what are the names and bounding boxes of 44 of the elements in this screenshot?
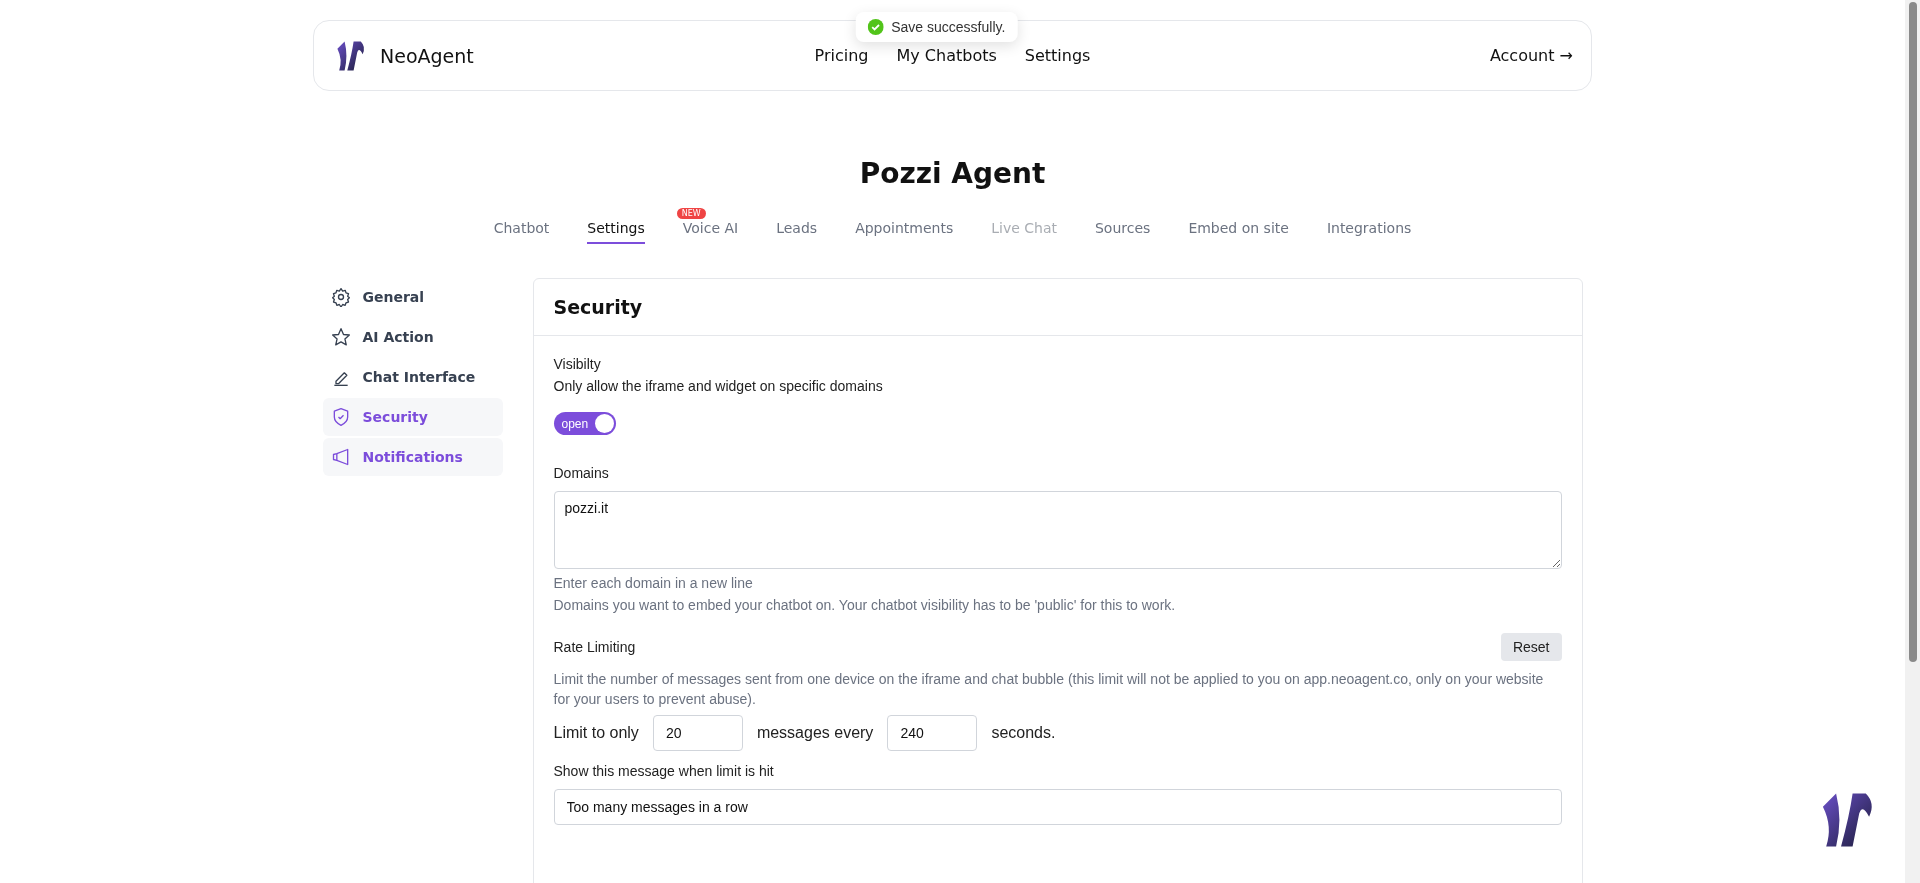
sidebar-item[interactable]: General bbox=[322, 278, 503, 316]
account-link[interactable]: Account → bbox=[1489, 46, 1573, 65]
nav-link[interactable]: Settings bbox=[1024, 46, 1091, 65]
domains-field[interactable]: pozzi.it bbox=[553, 491, 1562, 569]
tab[interactable]: Embed on site bbox=[1188, 220, 1289, 244]
visibility-toggle[interactable]: open bbox=[553, 412, 616, 435]
scrollbar[interactable] bbox=[1905, 0, 1920, 883]
field-label: Visibilty bbox=[553, 356, 602, 372]
tab[interactable]: Integrations bbox=[1326, 220, 1412, 244]
sidebar-item[interactable]: AI Action bbox=[322, 318, 503, 356]
tab[interactable]: Chatbot bbox=[493, 220, 550, 244]
tab[interactable]: Voice AI bbox=[682, 220, 739, 244]
star-icon bbox=[330, 327, 351, 347]
tab[interactable]: Leads bbox=[776, 220, 818, 244]
tab[interactable]: Sources bbox=[1095, 220, 1151, 244]
card-title: Security bbox=[533, 279, 1582, 336]
seconds-field[interactable]: 240 bbox=[887, 715, 978, 751]
tab[interactable]: Settings bbox=[587, 220, 645, 244]
field-hint: Enter each domain in a new line bbox=[553, 574, 754, 593]
field-label: Rate Limiting bbox=[553, 639, 636, 655]
tab[interactable]: Appointments bbox=[855, 220, 954, 244]
new-badge: NEW bbox=[676, 208, 706, 219]
megaphone-icon bbox=[330, 447, 351, 467]
field-description: Limit the number of messages sent from one device on the iframe and chat bubble (this limit will not be applied to you on app.neoagent.co, only on your website for your users to prevent abuse). bbox=[553, 670, 1545, 709]
field-description: Only allow the iframe and widget on specific domains bbox=[553, 378, 884, 394]
nav-link[interactable]: Pricing bbox=[814, 46, 869, 65]
field-hint: Domains you want to embed your chatbot on. Your chatbot visibility has to be 'public' for this to work. bbox=[553, 596, 1177, 615]
nav-link[interactable]: My Chatbots bbox=[896, 46, 997, 65]
brand-name: NeoAgent bbox=[380, 44, 474, 67]
success-check-icon bbox=[867, 19, 884, 35]
sidebar-item[interactable]: Chat Interface bbox=[322, 358, 503, 396]
page-title: Pozzi Agent bbox=[859, 157, 1046, 190]
field-label: Show this message when limit is hit bbox=[553, 763, 775, 779]
gear-icon bbox=[330, 287, 351, 307]
sidebar-item[interactable]: Notifications bbox=[322, 438, 503, 476]
limit-text: seconds. bbox=[991, 724, 1056, 742]
limit-message-field[interactable]: Too many messages in a row bbox=[553, 789, 1562, 825]
limit-text: Limit to only bbox=[553, 724, 639, 742]
reset-button[interactable]: Reset bbox=[1500, 633, 1562, 661]
sidebar-item[interactable]: Security bbox=[322, 398, 503, 436]
field-label: Domains bbox=[553, 465, 610, 481]
toast-message: Save successfully. bbox=[891, 19, 1006, 35]
limit-text: messages every bbox=[756, 724, 874, 742]
message-count-field[interactable]: 20 bbox=[652, 715, 743, 751]
